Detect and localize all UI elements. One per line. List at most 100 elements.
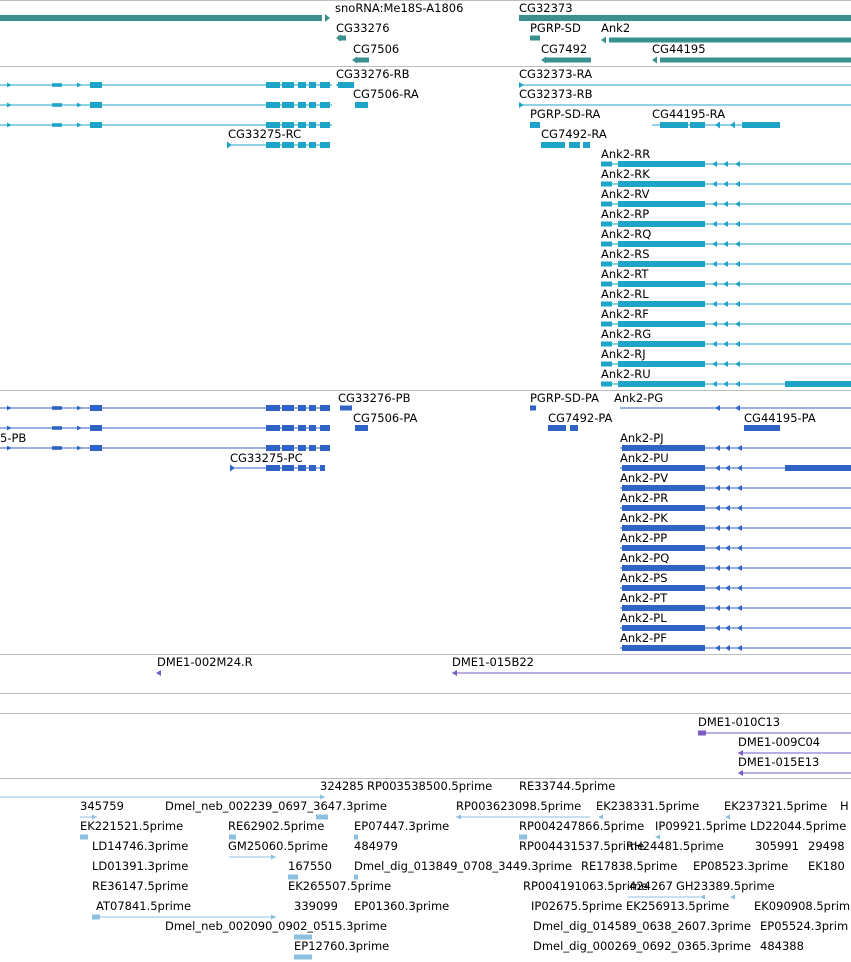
label-ip02675-5prime[interactable]: IP02675.5prime — [531, 900, 622, 913]
label-29498[interactable]: 29498 — [808, 840, 845, 853]
strand-arrow[interactable] — [715, 505, 720, 511]
gene-bar[interactable] — [356, 57, 369, 63]
strand-arrow[interactable] — [712, 161, 717, 167]
label-ank2-pg[interactable]: Ank2-PG — [614, 392, 663, 405]
strand-arrow[interactable] — [735, 341, 740, 347]
strand-arrow[interactable] — [227, 141, 232, 149]
strand-arrow[interactable] — [712, 361, 717, 367]
strand-arrow[interactable] — [735, 381, 740, 387]
strand-arrow[interactable] — [735, 241, 740, 247]
exon[interactable] — [601, 221, 612, 227]
label-167550[interactable]: 167550 — [288, 860, 332, 873]
strand-arrow[interactable] — [735, 201, 740, 207]
label-484979[interactable]: 484979 — [354, 840, 398, 853]
label-ank2-rk[interactable]: Ank2-RK — [601, 168, 650, 181]
label-dmel-dig-000269-0692-0365-3prime[interactable]: Dmel_dig_000269_0692_0365.3prime — [533, 940, 751, 953]
gene-bar[interactable] — [660, 57, 851, 63]
label-cg7492-pa[interactable]: CG7492-PA — [548, 412, 612, 425]
strand-arrow[interactable] — [77, 425, 82, 431]
exon[interactable] — [320, 445, 330, 451]
label-pgrp-sd-ra[interactable]: PGRP-SD-RA — [530, 108, 600, 121]
strand-arrow[interactable] — [715, 605, 720, 611]
exon[interactable] — [266, 425, 280, 431]
clone-arrow[interactable] — [738, 770, 743, 776]
strand-arrow[interactable] — [723, 241, 728, 247]
strand-arrow[interactable] — [7, 445, 12, 451]
strand-arrow[interactable] — [712, 261, 717, 267]
exon[interactable] — [266, 82, 280, 88]
label-ek221521-5prime[interactable]: EK221521.5prime — [80, 820, 183, 833]
exon[interactable] — [309, 142, 316, 148]
label-cg44195[interactable]: CG44195 — [652, 43, 706, 56]
strand-arrow[interactable] — [715, 645, 720, 651]
label-cg7492[interactable]: CG7492 — [541, 43, 587, 56]
clone-arrow[interactable] — [156, 670, 161, 676]
exon[interactable] — [282, 425, 294, 431]
strand-arrow[interactable] — [737, 625, 742, 631]
strand-arrow[interactable] — [715, 625, 720, 631]
label-ank2-pr[interactable]: Ank2-PR — [620, 492, 668, 505]
gene-bar[interactable] — [530, 35, 540, 41]
label-gm25060-5prime[interactable]: GM25060.5prime — [228, 840, 328, 853]
exon[interactable] — [742, 122, 780, 128]
exon[interactable] — [298, 465, 306, 471]
label-ek256913-5prime[interactable]: EK256913.5prime — [626, 900, 729, 913]
label-cg33276[interactable]: CG33276 — [336, 22, 390, 35]
exon[interactable] — [309, 102, 316, 108]
label-ank2-pp[interactable]: Ank2-PP — [620, 532, 667, 545]
strand-arrow[interactable] — [77, 445, 82, 451]
strand-arrow[interactable] — [725, 445, 730, 451]
label-cg33276-rb[interactable]: CG33276-RB — [336, 68, 410, 81]
exon[interactable] — [340, 405, 352, 411]
exon[interactable] — [90, 102, 102, 108]
exon[interactable] — [601, 261, 612, 267]
label-cg33276-pb[interactable]: CG33276-PB — [338, 392, 411, 405]
strand-arrow[interactable] — [737, 585, 742, 591]
strand-arrow[interactable] — [737, 565, 742, 571]
exon[interactable] — [320, 102, 330, 108]
label-5-pb[interactable]: 5-PB — [0, 432, 26, 445]
label-ank2-rq[interactable]: Ank2-RQ — [601, 228, 651, 241]
exon[interactable] — [601, 241, 612, 247]
strand-arrow[interactable] — [735, 281, 740, 287]
exon[interactable] — [601, 381, 612, 387]
exon[interactable] — [660, 122, 688, 128]
strand-arrow[interactable] — [723, 161, 728, 167]
strand-arrow[interactable] — [725, 485, 730, 491]
label-ank2[interactable]: Ank2 — [601, 22, 630, 35]
strand-arrow[interactable] — [77, 102, 82, 108]
label-345759[interactable]: 345759 — [80, 800, 124, 813]
strand-arrow[interactable] — [7, 82, 12, 88]
exon[interactable] — [298, 102, 306, 108]
label-ank2-rv[interactable]: Ank2-RV — [601, 188, 650, 201]
strand-arrow[interactable] — [725, 605, 730, 611]
label-ank2-pu[interactable]: Ank2-PU — [620, 452, 669, 465]
label-ld01391-3prime[interactable]: LD01391.3prime — [92, 860, 188, 873]
exon[interactable] — [282, 405, 294, 411]
label-dme1-010c13[interactable]: DME1-010C13 — [698, 716, 780, 729]
exon[interactable] — [309, 82, 316, 88]
label-cg32373-ra[interactable]: CG32373-RA — [519, 68, 592, 81]
strand-arrow[interactable] — [712, 181, 717, 187]
exon[interactable] — [298, 82, 306, 88]
strand-arrow[interactable] — [725, 565, 730, 571]
strand-arrow[interactable] — [723, 321, 728, 327]
strand-arrow[interactable] — [712, 321, 717, 327]
exon[interactable] — [583, 142, 590, 148]
strand-arrow[interactable] — [735, 361, 740, 367]
strand-arrow[interactable] — [725, 645, 730, 651]
label-cg7506-ra[interactable]: CG7506-RA — [353, 88, 419, 101]
label-ank2-rg[interactable]: Ank2-RG — [601, 328, 651, 341]
strand-arrow[interactable] — [725, 465, 730, 471]
label-re62902-5prime[interactable]: RE62902.5prime — [228, 820, 324, 833]
exon[interactable] — [52, 406, 62, 410]
exon[interactable] — [320, 82, 330, 88]
label-484388[interactable]: 484388 — [760, 940, 804, 953]
gene-bar[interactable] — [545, 57, 591, 63]
label-rh24481-5prime[interactable]: RH24481.5prime — [626, 840, 724, 853]
exon[interactable] — [266, 405, 280, 411]
exon[interactable] — [601, 361, 612, 367]
exon[interactable] — [282, 102, 294, 108]
strand-arrow[interactable] — [725, 525, 730, 531]
label-ep12760-3prime[interactable]: EP12760.3prime — [294, 940, 389, 953]
